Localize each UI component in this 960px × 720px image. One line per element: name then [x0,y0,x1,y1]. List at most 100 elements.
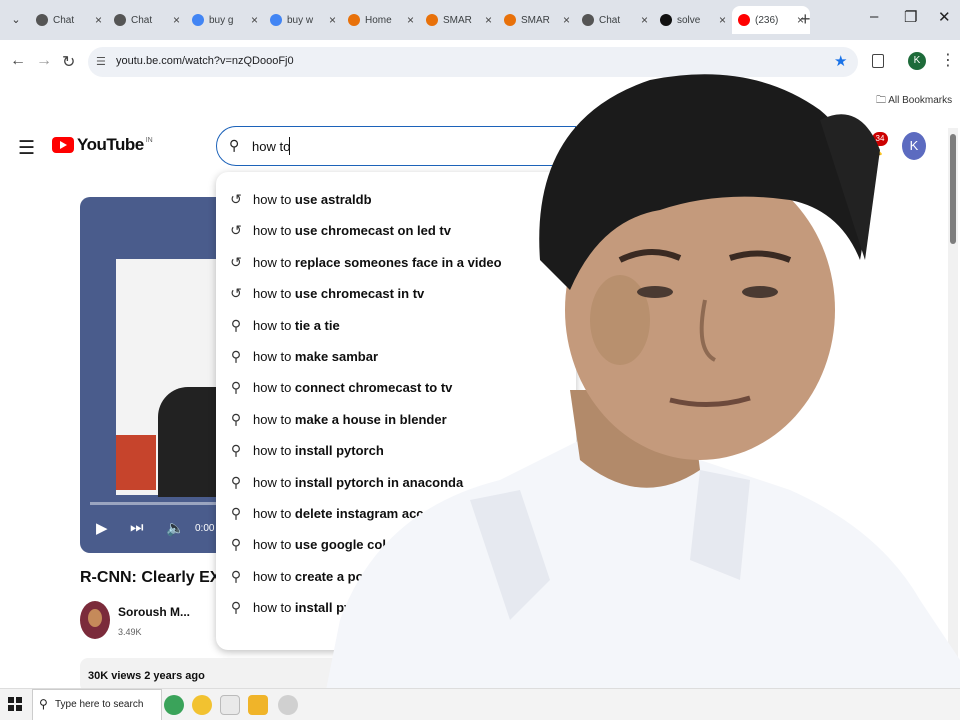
settings-gear-icon[interactable] [278,695,298,715]
video-frame-accent [116,435,156,490]
tab-label: SMAR [521,14,550,26]
search-icon: ⚲ [230,348,242,364]
chatgpt-icon [36,14,48,26]
youtube-country-code: IN [145,136,153,144]
video-view-meta: 30K views 2 years ago [88,670,205,682]
widgets-icon[interactable] [192,695,212,715]
tab-search-chevron-icon[interactable]: ⌄ [6,10,26,30]
search-icon: ⚲ [230,410,242,427]
history-icon: ↺ [230,222,242,239]
search-icon: ⚲ [230,442,242,459]
new-tab-button[interactable]: + [800,9,811,30]
browser-tab[interactable]: Chat × [576,6,654,34]
tab-close-icon[interactable]: × [719,13,726,27]
file-explorer-icon[interactable] [248,695,268,715]
google-icon [270,14,282,26]
tab-label: SMAR [443,14,472,26]
windows-start-icon[interactable] [8,697,22,711]
smart-icon [504,14,516,26]
suggestion-typed-prefix: how to [253,443,295,459]
youtube-icon [738,14,750,26]
search-icon: ⚲ [230,505,242,521]
browser-tab[interactable]: (236) × [732,6,810,34]
suggestion-typed-prefix: how to [253,192,295,207]
tab-label: Chat [131,14,153,26]
forward-arrow-icon[interactable]: → [36,52,52,70]
tab-strip: ⌄ Chat × Chat × buy g × buy w × Home × SMAR × SMAR × C… [0,0,960,40]
suggestion-typed-prefix: how to [253,568,295,584]
tab-label: (236) [755,14,779,26]
tab-close-icon[interactable]: × [329,13,336,27]
browser-tab[interactable]: SMAR × [498,6,576,34]
suggestion-typed-prefix: how to [253,506,295,521]
history-icon: ↺ [230,191,242,207]
tab-label: Chat [53,14,75,26]
back-arrow-icon[interactable]: ← [10,52,26,70]
channel-name[interactable]: Soroush M... [118,605,190,619]
site-info-icon[interactable]: ☰ [96,55,106,68]
google-icon [192,14,204,26]
tab-close-icon[interactable]: × [407,13,414,27]
next-video-icon[interactable]: ⏭ [130,519,144,536]
youtube-play-icon [52,137,74,153]
tab-close-icon[interactable]: × [563,13,570,27]
taskbar-search-box[interactable]: ⚲ Type here to search [32,689,162,720]
suggestion-typed-prefix: how to [253,600,295,616]
taskbar-search-icon: ⚲ [39,697,48,711]
tab-close-icon[interactable]: × [641,13,648,27]
suggestion-typed-prefix: how to [253,411,295,427]
tab-label: buy w [287,14,314,26]
close-window-icon[interactable]: ✕ [938,8,951,26]
browser-tab[interactable]: SMAR × [420,6,498,34]
history-icon: ↺ [230,285,242,302]
search-icon: ⚲ [230,316,242,333]
tab-close-icon[interactable]: × [485,13,492,27]
chatgpt-icon [582,14,594,26]
volume-icon[interactable]: 🔈 [166,519,185,537]
globe-app-icon[interactable] [164,695,184,715]
chatgpt-icon [114,14,126,26]
hamburger-menu-icon[interactable]: ☰ [18,137,35,160]
restore-icon[interactable]: ❐ [904,8,917,26]
smart-icon [426,14,438,26]
webcam-overlay-person [320,74,960,720]
video-time: 0:00 [195,523,215,534]
history-icon: ↺ [230,253,242,270]
tab-close-icon[interactable]: × [173,13,180,27]
url-text[interactable]: youtu.be.com/watch?v=nzQDoooFj0 [116,55,294,67]
tab-close-icon[interactable]: × [251,13,258,27]
browser-tab[interactable]: buy g × [186,6,264,34]
search-icon: ⚲ [230,473,242,490]
browser-tab[interactable]: buy w × [264,6,342,34]
windows-taskbar: ⚲ Type here to search [0,688,960,720]
browser-tab[interactable]: solve × [654,6,732,34]
search-icon: ⚲ [230,536,242,553]
browser-tab[interactable]: Chat × [30,6,108,34]
suggestion-typed-prefix: how to [253,380,295,396]
suggestion-typed-prefix: how to [253,474,295,490]
suggestion-typed-prefix: how to [253,286,295,302]
browser-tab[interactable]: Chat × [108,6,186,34]
tab-list: Chat × Chat × buy g × buy w × Home × SMAR × SMAR × Cha… [30,6,810,34]
github-icon [660,14,672,26]
channel-avatar[interactable] [80,601,110,639]
suggestion-typed-prefix: how to [253,317,295,333]
tab-close-icon[interactable]: × [95,13,102,27]
search-icon: ⚲ [230,379,242,396]
home-icon [348,14,360,26]
minimize-icon[interactable]: – [870,8,878,25]
reload-icon[interactable]: ↻ [62,52,75,72]
video-frame-figure [158,387,218,497]
play-icon[interactable]: ▶ [96,519,108,537]
browser-tab[interactable]: Home × [342,6,420,34]
tab-label: Chat [599,14,621,26]
tab-label: solve [677,14,701,26]
tab-label: buy g [209,14,234,26]
suggestion-typed-prefix: how to [253,223,295,239]
task-view-icon[interactable] [220,695,240,715]
search-query-text[interactable]: how to [252,139,290,154]
youtube-logo[interactable]: YouTube IN [52,135,153,155]
suggestion-typed-prefix: how to [253,254,295,270]
text-caret [289,137,290,155]
tab-label: Home [365,14,392,26]
